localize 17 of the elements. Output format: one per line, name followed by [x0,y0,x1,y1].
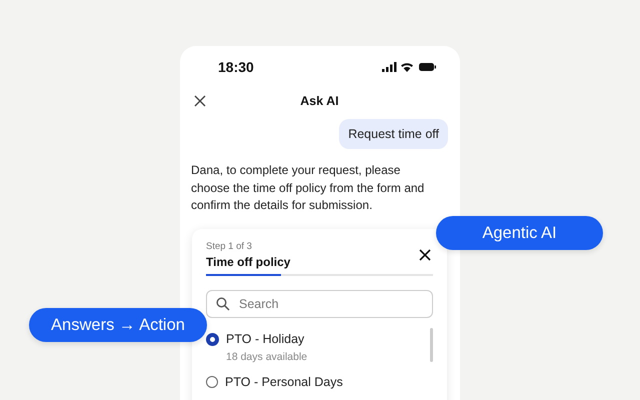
status-time: 18:30 [218,59,254,75]
callout-label: Answers → Action [29,308,207,342]
close-icon[interactable] [419,248,431,260]
assistant-message: Dana, to complete your request, please choose the time off policy from the form and confirm the details for submission. [191,162,426,214]
search-field[interactable]: Search [206,290,433,318]
radio-button[interactable] [206,376,218,388]
option-name: PTO - Holiday [226,332,306,346]
close-icon[interactable] [194,95,206,107]
screen-title: Ask AI [300,94,339,108]
search-icon [216,296,230,310]
step-label: Step 1 of 3 [206,240,253,252]
callout-label: Agentic AI [436,216,603,250]
user-message: Request time off [339,119,448,149]
scrollbar[interactable] [430,328,433,362]
status-icons [382,61,436,73]
form-title: Time off policy [206,254,290,268]
option-detail: 18 days available [226,350,308,362]
